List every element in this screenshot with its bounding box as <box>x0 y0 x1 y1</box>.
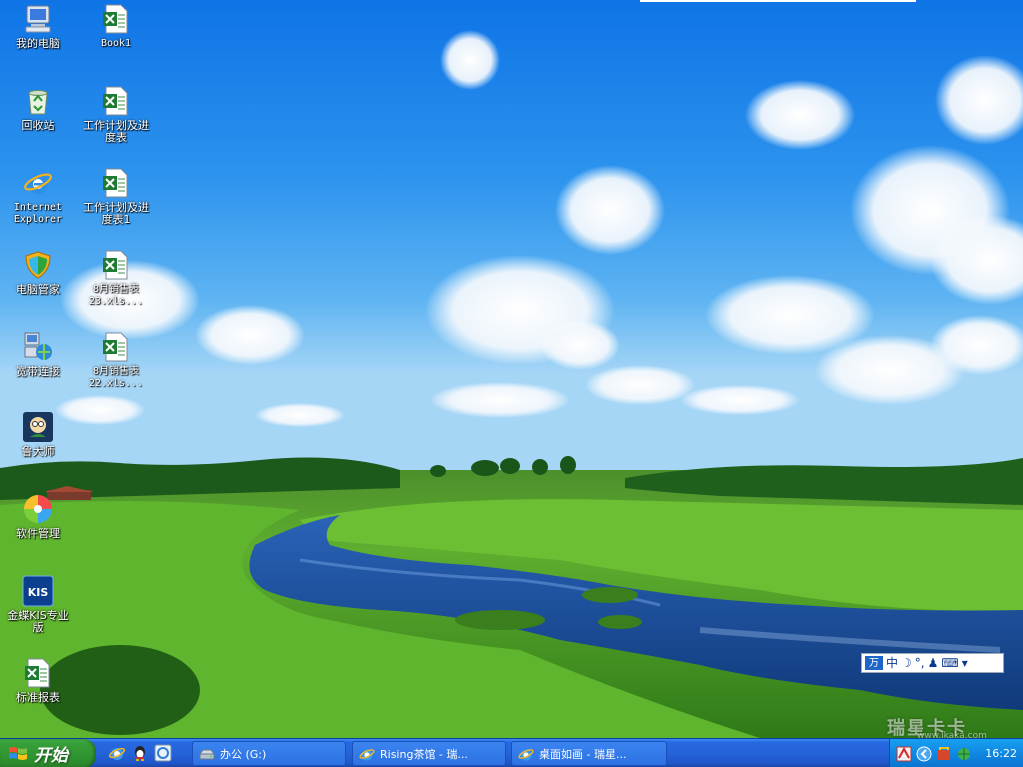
ime-soft-keyboard-icon[interactable]: ⌨ <box>941 655 958 671</box>
quicklaunch-qq-icon[interactable] <box>131 744 149 762</box>
quicklaunch-browser-icon[interactable] <box>154 744 172 762</box>
desktop-icon-label: 回收站 <box>21 119 55 132</box>
desktop-icon-kis[interactable]: KIS 金蝶KIS专业 版 <box>0 575 76 634</box>
svg-text:KIS: KIS <box>28 586 49 599</box>
kis-icon: KIS <box>22 575 54 607</box>
system-tray: 16:22 <box>889 739 1023 767</box>
desktop-icon-ludashi[interactable]: 鲁大师 <box>0 411 76 458</box>
desktop-icon-sales-22[interactable]: 8月销售表 22.xls... <box>78 331 154 390</box>
quicklaunch-ie-icon[interactable] <box>108 744 126 762</box>
my-computer-icon <box>25 5 51 33</box>
desktop-icon-label: 鲁大师 <box>21 445 55 458</box>
desktop-icon-software-manager[interactable]: 软件管理 <box>0 493 76 540</box>
desktop-icon-label: 软件管理 <box>16 527 60 540</box>
desktop-icon-work-plan[interactable]: 工作计划及进 度表 <box>78 85 154 144</box>
excel-file-icon <box>25 658 50 688</box>
excel-file-icon <box>103 250 128 280</box>
task-button-label: Rising茶馆 - 瑞... <box>380 747 468 761</box>
excel-file-icon <box>103 86 128 116</box>
desktop-icon-label: Book1 <box>100 38 132 49</box>
task-button-label: 桌面如画 - 瑞星... <box>539 747 627 761</box>
ludashi-icon <box>23 412 53 442</box>
tray-rising-icon[interactable] <box>896 746 912 762</box>
ime-logo-icon[interactable]: 万 <box>865 656 883 670</box>
windows-logo-icon <box>9 746 27 760</box>
network-connection-icon <box>24 332 52 360</box>
desktop-icon-sales-23[interactable]: 8月销售表 23.xls... <box>78 249 154 308</box>
ime-mode-toggle[interactable]: 中 <box>886 655 898 671</box>
task-button-rising-teahouse[interactable]: Rising茶馆 - 瑞... <box>352 741 506 766</box>
tray-network-icon[interactable] <box>956 746 972 762</box>
desktop-icon-label: 我的电脑 <box>16 37 60 50</box>
internet-explorer-icon <box>24 173 52 194</box>
software-manager-icon <box>24 495 52 523</box>
ime-menu-chevron-icon[interactable]: ▾ <box>962 655 968 671</box>
desktop-icon-broadband[interactable]: 宽带连接 <box>0 331 76 378</box>
desktop-icon-label: 金蝶KIS专业 版 <box>7 609 69 634</box>
ime-punctuation-toggle[interactable]: °, <box>915 655 925 671</box>
desktop-icon-label: 宽带连接 <box>16 365 60 378</box>
clock[interactable]: 16:22 <box>985 747 1017 760</box>
internet-explorer-icon <box>359 748 375 760</box>
desktop-icon-label: 8月销售表 22.xls... <box>88 366 144 389</box>
ime-user-icon[interactable]: ♟ <box>928 655 939 671</box>
desktop-icon-internet-explorer[interactable]: Internet Explorer <box>0 167 76 226</box>
desktop-icon-label: 标准报表 <box>16 691 60 704</box>
desktop-icon-label: 工作计划及进 度表1 <box>83 201 149 226</box>
taskbar: 开始 办公 (G:) Rising茶馆 - 瑞... 桌面如画 - 瑞星... … <box>0 738 1023 767</box>
recycle-bin-icon <box>28 90 48 115</box>
ime-toolbar[interactable]: 万 中 ☽ °, ♟ ⌨ ▾ <box>861 653 1004 673</box>
internet-explorer-icon <box>518 748 534 760</box>
desktop-icon-pc-manager[interactable]: 电脑管家 <box>0 249 76 296</box>
tray-chevron-icon[interactable] <box>916 746 932 762</box>
excel-file-icon <box>103 332 128 362</box>
excel-file-icon <box>103 4 128 34</box>
task-button-office-drive[interactable]: 办公 (G:) <box>192 741 346 766</box>
desktop-icon-label: 工作计划及进 度表 <box>83 119 149 144</box>
start-button[interactable]: 开始 <box>0 739 96 767</box>
task-button-desktop-gallery[interactable]: 桌面如画 - 瑞星... <box>511 741 667 766</box>
desktop-icon-work-plan-1[interactable]: 工作计划及进 度表1 <box>78 167 154 226</box>
desktop-icon-label: 电脑管家 <box>16 283 60 296</box>
desktop-icon-label: Internet Explorer <box>13 202 63 225</box>
desktop-icon-standard-report[interactable]: 标准报表 <box>0 657 76 704</box>
start-label: 开始 <box>34 746 68 766</box>
desktop-icon-my-computer[interactable]: 我的电脑 <box>0 3 76 50</box>
desktop-icon-recycle-bin[interactable]: 回收站 <box>0 85 76 132</box>
drive-icon <box>199 749 215 759</box>
tray-security-icon[interactable] <box>936 746 952 762</box>
shield-icon <box>25 251 51 279</box>
rising-kaka-watermark: 瑞星卡卡 www.ikaka.com <box>887 714 1013 741</box>
desktop-icon-book1[interactable]: Book1 <box>78 3 154 50</box>
excel-file-icon <box>103 168 128 198</box>
desktop-icon-label: 8月销售表 23.xls... <box>88 284 144 307</box>
ime-fullwidth-moon-icon[interactable]: ☽ <box>901 655 912 671</box>
task-button-label: 办公 (G:) <box>220 747 267 761</box>
window-edge-strip <box>640 0 916 2</box>
